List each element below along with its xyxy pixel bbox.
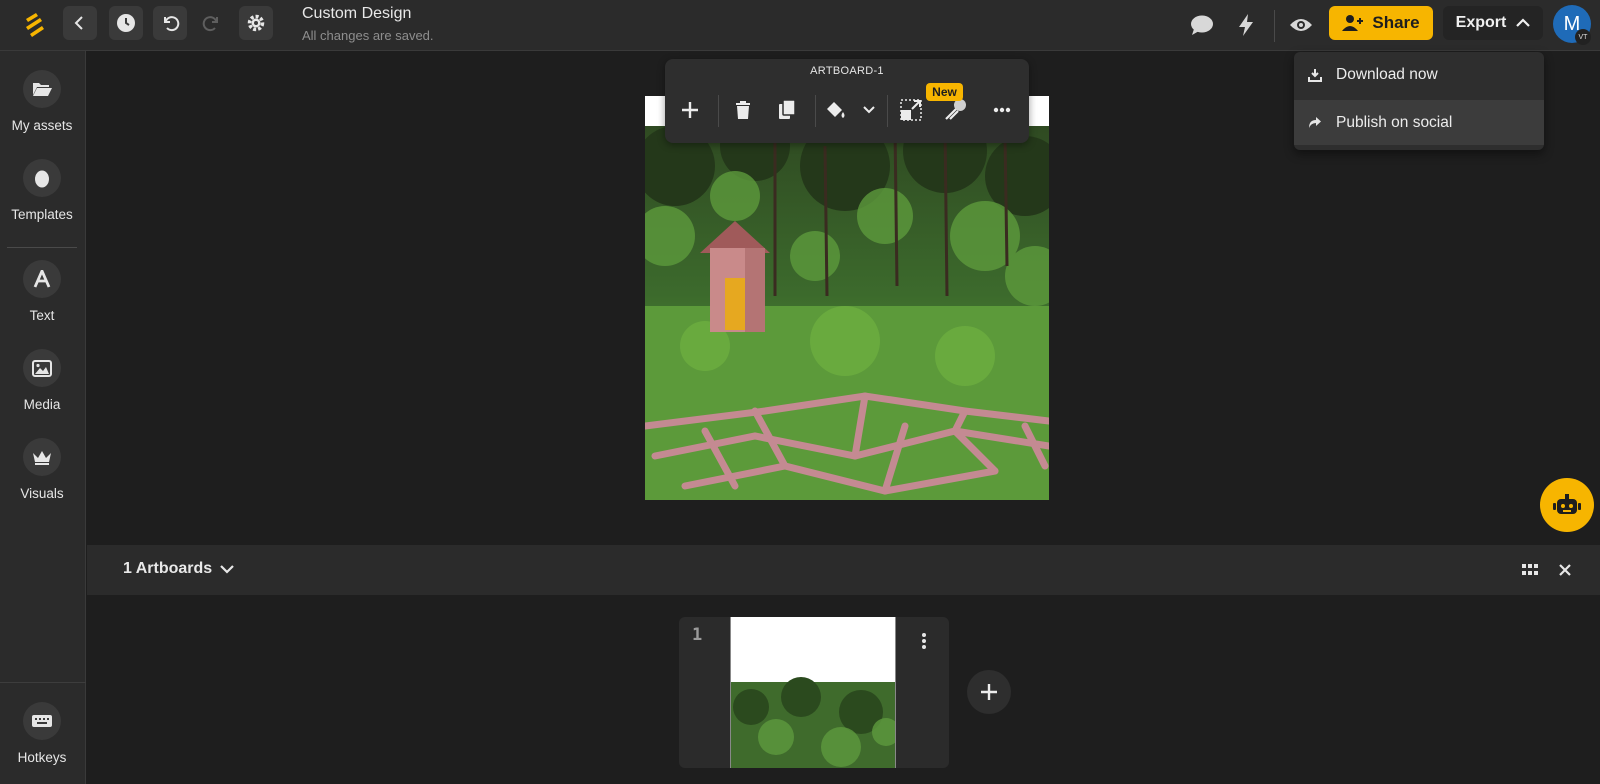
- sidebar-item-visuals[interactable]: Visuals: [0, 438, 84, 501]
- chat-bubble-icon: [1191, 15, 1213, 35]
- resize-icon[interactable]: [898, 97, 924, 123]
- sidebar-item-templates[interactable]: Templates: [0, 159, 84, 222]
- export-label: Export: [1455, 14, 1507, 31]
- new-feature-badge: New: [926, 83, 963, 101]
- chevron-down-icon: [863, 106, 875, 114]
- toolbar-divider: [887, 95, 888, 127]
- artboards-panel: 1: [87, 595, 1600, 784]
- ai-assistant-button[interactable]: [1540, 478, 1594, 532]
- menu-item-publish-on-social[interactable]: Publish on social: [1294, 100, 1544, 145]
- egg-icon: [23, 159, 61, 197]
- sidebar-divider: [7, 247, 77, 248]
- history-button[interactable]: [109, 6, 143, 40]
- trash-icon[interactable]: [730, 97, 756, 123]
- share-button[interactable]: Share: [1329, 6, 1433, 40]
- sidebar-item-text[interactable]: Text: [0, 260, 84, 323]
- paint-bucket-icon: [827, 102, 845, 118]
- sidebar-item-label: My assets: [11, 118, 73, 133]
- avatar-badge: VT: [1575, 29, 1591, 45]
- more-options-icon[interactable]: [989, 97, 1015, 123]
- artboard-number: 1: [692, 625, 703, 645]
- undo-icon: [164, 16, 180, 32]
- sidebar-item-media[interactable]: Media: [0, 349, 84, 412]
- background-fill-button[interactable]: [825, 97, 875, 123]
- menu-item-download-now[interactable]: Download now: [1294, 52, 1544, 97]
- toolbar-divider: [718, 95, 719, 127]
- clock-icon: [117, 14, 135, 32]
- artboard-toolbar: ARTBOARD-1 New: [665, 59, 1029, 143]
- export-dropdown-menu: Download now Publish on social: [1294, 52, 1544, 150]
- grid-view-icon[interactable]: [1518, 558, 1542, 582]
- preview-button[interactable]: [1286, 10, 1316, 40]
- back-button[interactable]: [63, 6, 97, 40]
- artboards-panel-header: 1 Artboards: [87, 545, 1600, 595]
- left-sidebar: My assets Templates Text Media Visuals H…: [0, 51, 86, 784]
- gear-icon: [247, 14, 265, 32]
- lightning-icon: [1239, 14, 1253, 36]
- add-artboard-button[interactable]: [967, 670, 1011, 714]
- forest-cabin-photo[interactable]: [645, 126, 1049, 500]
- settings-button[interactable]: [239, 6, 273, 40]
- share-label: Share: [1372, 13, 1420, 32]
- sidebar-item-label: Media: [23, 397, 61, 412]
- sidebar-item-label: Hotkeys: [17, 750, 67, 765]
- folder-icon: [23, 70, 61, 108]
- eye-icon: [1290, 19, 1312, 31]
- save-status: All changes are saved.: [302, 28, 434, 43]
- artboard-canvas[interactable]: [645, 96, 1049, 500]
- robot-icon: [1553, 494, 1581, 514]
- chevron-left-icon: [74, 16, 83, 30]
- toolbar-divider: [815, 95, 816, 127]
- redo-button[interactable]: [195, 6, 229, 40]
- text-icon: [23, 260, 61, 298]
- duplicate-icon[interactable]: [774, 97, 800, 123]
- add-artboard-icon[interactable]: [677, 97, 703, 123]
- sidebar-bottom-divider: [0, 682, 86, 683]
- share-arrow-icon: [1309, 117, 1321, 128]
- image-icon: [23, 349, 61, 387]
- crown-icon: [23, 438, 61, 476]
- chevron-down-icon: [220, 564, 234, 574]
- undo-button[interactable]: [153, 6, 187, 40]
- document-title[interactable]: Custom Design: [302, 5, 411, 23]
- sidebar-item-hotkeys[interactable]: Hotkeys: [0, 702, 84, 765]
- quick-actions-button[interactable]: [1231, 10, 1261, 40]
- add-user-icon: [1342, 15, 1364, 31]
- artboards-count-label: 1 Artboards: [123, 560, 213, 577]
- artboard-name: ARTBOARD-1: [810, 65, 884, 77]
- comments-button[interactable]: [1187, 10, 1217, 40]
- sidebar-item-label: Templates: [11, 207, 73, 222]
- menu-item-label: Publish on social: [1336, 113, 1453, 131]
- artboard-thumbnail[interactable]: [730, 617, 896, 768]
- close-icon[interactable]: [1553, 558, 1577, 582]
- top-bar: Custom Design All changes are saved. Sha…: [0, 0, 1600, 51]
- app-logo-icon[interactable]: [20, 9, 50, 39]
- redo-icon: [202, 16, 218, 32]
- artboard-thumbnail-card[interactable]: 1: [679, 617, 949, 768]
- header-divider: [1274, 10, 1275, 42]
- keyboard-icon: [23, 702, 61, 740]
- menu-item-label: Download now: [1336, 65, 1438, 83]
- sidebar-item-my-assets[interactable]: My assets: [0, 70, 84, 133]
- artboards-count-dropdown[interactable]: 1 Artboards: [123, 560, 234, 578]
- sidebar-item-label: Visuals: [20, 486, 64, 501]
- plus-icon: [981, 684, 997, 700]
- chevron-up-icon: [1516, 18, 1531, 27]
- sidebar-item-label: Text: [29, 308, 55, 323]
- download-icon: [1308, 68, 1322, 82]
- export-button[interactable]: Export: [1443, 6, 1543, 40]
- artboard-more-icon[interactable]: [914, 629, 934, 653]
